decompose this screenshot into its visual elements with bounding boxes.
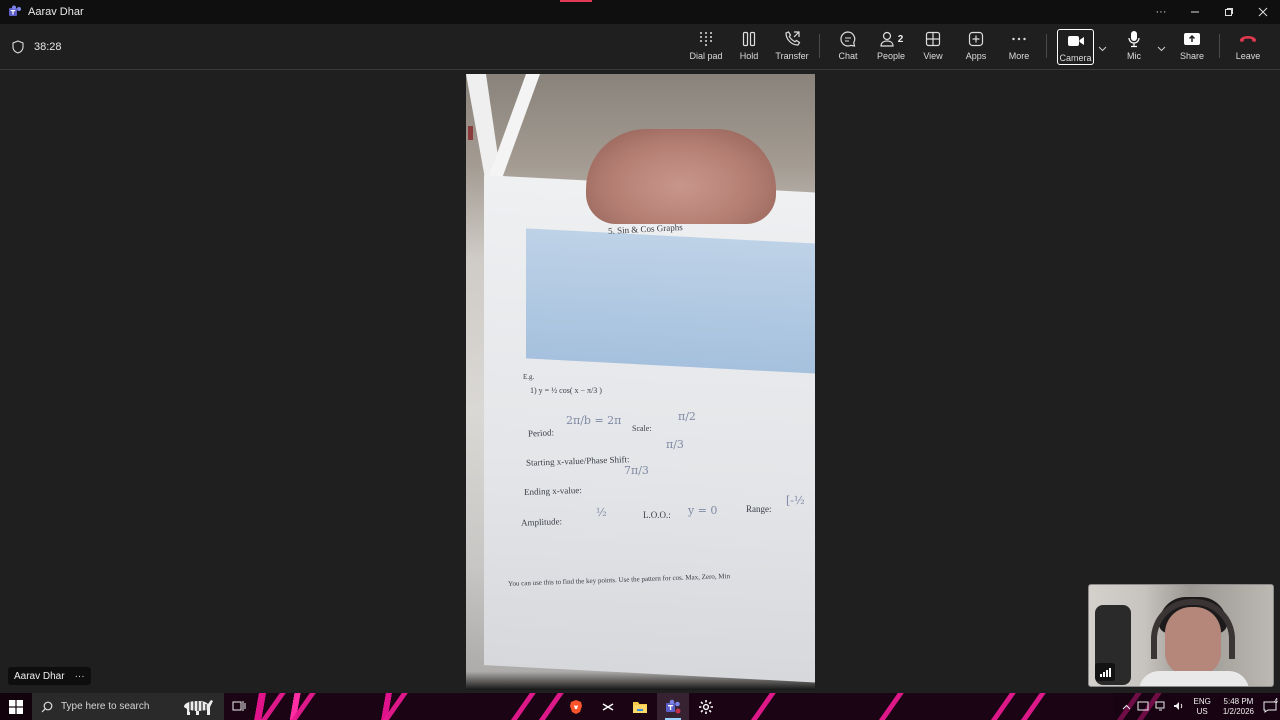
show-hidden-icons-chevron-icon[interactable] [1122, 702, 1131, 712]
people-icon: 2 [879, 28, 904, 50]
shelf-background [466, 74, 540, 184]
phone-transfer-icon [783, 28, 801, 50]
people-button[interactable]: 2 People [874, 28, 908, 66]
chat-button[interactable]: Chat [834, 28, 862, 66]
file-explorer-icon[interactable] [624, 693, 656, 720]
capcut-icon[interactable] [592, 693, 624, 720]
add-apps-icon [968, 28, 984, 50]
self-video-preview[interactable] [1088, 584, 1274, 687]
windows-logo-icon [9, 699, 23, 714]
hang-up-icon [1239, 28, 1257, 50]
chat-icon [839, 28, 857, 50]
minimize-icon[interactable] [1178, 0, 1212, 24]
network-icon[interactable] [1155, 701, 1167, 713]
language-indicator[interactable]: ENG US [1194, 697, 1211, 717]
participant-options-icon[interactable]: ··· [75, 671, 85, 682]
grid-view-icon [925, 28, 941, 50]
title-bar: Aarav Dhar ··· [0, 0, 1280, 24]
brave-browser-icon[interactable] [560, 693, 592, 720]
camera-options-chevron-icon[interactable] [1098, 44, 1108, 54]
leave-button[interactable]: Leave [1234, 28, 1262, 66]
meeting-timer: 38:28 [12, 40, 62, 54]
share-screen-icon [1183, 28, 1201, 50]
task-view-icon[interactable] [232, 699, 246, 713]
mic-options-chevron-icon[interactable] [1157, 44, 1167, 54]
teams-taskbar-icon[interactable] [657, 693, 689, 720]
apps-button[interactable]: Apps [962, 28, 990, 66]
camera-icon [1067, 30, 1085, 52]
system-tray: ENG US 5:48 PM 1/2/2026 4 [1112, 693, 1280, 720]
hand-holding-paper [586, 129, 776, 224]
dial-pad-icon [699, 28, 713, 50]
toolbar-divider [1046, 34, 1047, 58]
timer-text: 38:28 [34, 41, 62, 53]
window-controls: ··· [1144, 0, 1280, 24]
zebra-search-highlight-icon[interactable] [178, 695, 214, 717]
meeting-toolbar: 38:28 Dial pad Hold Transfer Chat 2 Peop… [0, 24, 1280, 70]
settings-gear-icon[interactable] [690, 693, 722, 720]
equation: 1) y = ½ cos( x − π/3 ) [530, 386, 602, 395]
meeting-stage: 5. Sin & Cos Graphs E.g. 1) y = ½ cos( x… [0, 71, 1280, 693]
window-title: Aarav Dhar [28, 6, 84, 18]
volume-icon[interactable] [1173, 701, 1185, 713]
windows-taskbar: Type here to search ENG US 5:48 PM 1/2/2… [0, 693, 1280, 720]
remote-video-feed: 5. Sin & Cos Graphs E.g. 1) y = ½ cos( x… [466, 74, 815, 690]
share-button[interactable]: Share [1178, 28, 1206, 66]
system-clock[interactable]: 5:48 PM 1/2/2026 [1223, 697, 1254, 717]
active-indicator [560, 0, 592, 2]
more-options-icon[interactable]: ··· [1144, 0, 1178, 24]
worksheet-table [526, 228, 815, 374]
notification-count-badge: 4 [1274, 698, 1278, 705]
teams-icon [8, 5, 22, 19]
camera-button[interactable]: Camera [1057, 29, 1094, 65]
meet-now-icon[interactable] [1137, 701, 1149, 713]
transfer-button[interactable]: Transfer [774, 28, 810, 66]
participant-name-tag[interactable]: Aarav Dhar ··· [8, 667, 91, 685]
signal-strength-icon [1095, 663, 1115, 681]
search-icon [41, 701, 53, 712]
more-icon [1011, 28, 1027, 50]
microphone-icon [1127, 28, 1141, 50]
close-icon[interactable] [1246, 0, 1280, 24]
notification-center-icon[interactable]: 4 [1260, 693, 1280, 720]
pause-icon [741, 28, 757, 50]
more-button[interactable]: More [1005, 28, 1033, 66]
toolbar-divider [1219, 34, 1220, 58]
people-count: 2 [897, 33, 904, 45]
taskbar-search-box[interactable]: Type here to search [32, 693, 224, 720]
hold-button[interactable]: Hold [733, 28, 765, 66]
start-button[interactable] [0, 693, 32, 720]
restore-icon[interactable] [1212, 0, 1246, 24]
toolbar-divider [819, 34, 820, 58]
dial-pad-button[interactable]: Dial pad [688, 28, 724, 66]
mic-button[interactable]: Mic [1122, 28, 1146, 66]
shield-icon [12, 40, 24, 54]
view-button[interactable]: View [919, 28, 947, 66]
